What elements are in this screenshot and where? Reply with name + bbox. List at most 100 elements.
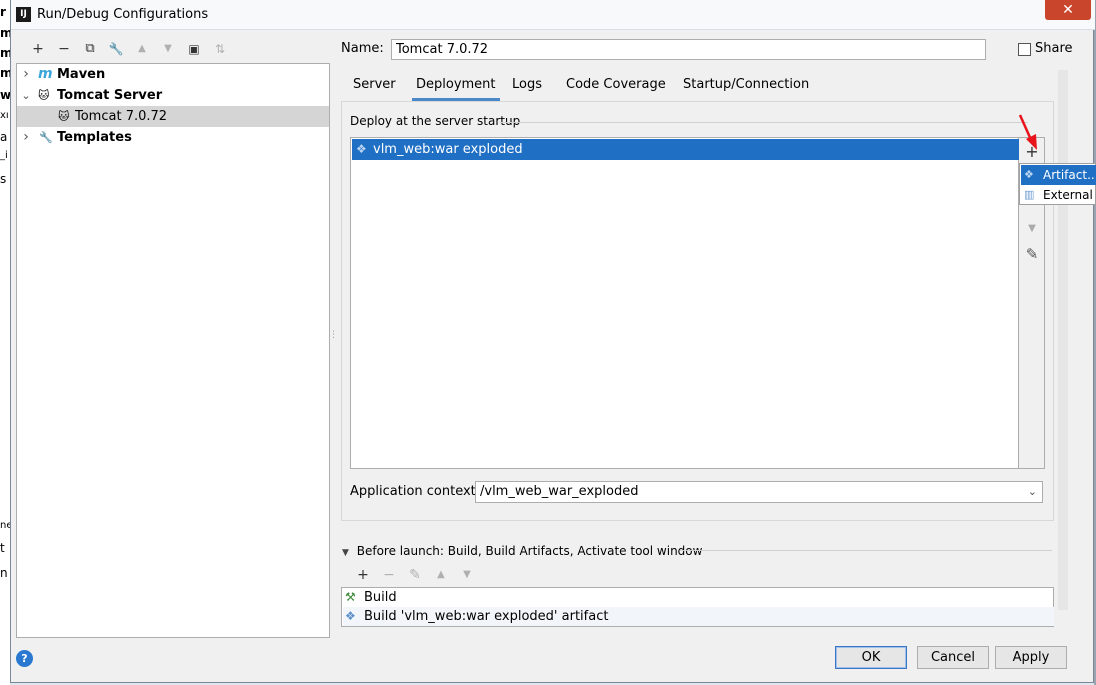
menu-item-artifact[interactable]: ❖ Artifact... — [1021, 165, 1096, 185]
menu-item-label: Artifact... — [1043, 168, 1096, 182]
task-label: Build — [364, 590, 397, 605]
maven-icon: m — [38, 66, 53, 82]
tree-item-label: Tomcat 7.0.72 — [75, 109, 168, 124]
move-down-icon: ▼ — [463, 569, 471, 580]
move-down-button[interactable]: ▼ — [159, 40, 177, 58]
deploy-section-title: Deploy at the server startup — [350, 114, 521, 128]
section-divider — [500, 122, 1028, 123]
menu-item-external-source[interactable]: ▥ External Source... — [1021, 185, 1096, 205]
add-configuration-button[interactable]: + — [29, 40, 47, 58]
add-icon: + — [32, 41, 44, 57]
red-annotation-arrow — [1018, 114, 1037, 150]
help-icon: ? — [21, 652, 28, 665]
move-down-task-button[interactable]: ▼ — [458, 566, 476, 584]
apply-button[interactable]: Apply — [995, 646, 1067, 669]
before-launch-header[interactable]: ▼ Before launch: Build, Build Artifacts,… — [342, 544, 702, 558]
tree-item-tomcat-7-0-72[interactable]: 🐱 Tomcat 7.0.72 — [17, 106, 329, 127]
move-down-artifact-button[interactable]: ▼ — [1023, 220, 1041, 238]
artifact-label: vlm_web:war exploded — [373, 142, 523, 157]
artifact-list[interactable]: ❖ vlm_web:war exploded — [350, 137, 1019, 469]
tomcat-icon: 🐱 — [58, 110, 70, 123]
add-icon: + — [357, 567, 369, 583]
move-up-icon: ▲ — [437, 569, 445, 580]
tab-startup-connection[interactable]: Startup/Connection — [679, 75, 813, 101]
bg-text: a — [0, 130, 8, 144]
list-item[interactable]: ❖ Build 'vlm_web:war exploded' artifact — [343, 607, 1054, 626]
tree-item-tomcat-server[interactable]: ⌄ 🐱 Tomcat Server — [17, 85, 329, 106]
intellij-app-icon: IJ — [16, 7, 31, 22]
external-source-icon: ▥ — [1024, 188, 1035, 201]
new-folder-icon: ▣ — [188, 42, 200, 56]
tab-code-coverage[interactable]: Code Coverage — [562, 75, 670, 101]
add-task-button[interactable]: + — [354, 566, 372, 584]
build-hammer-icon: ⚒ — [345, 590, 356, 604]
remove-icon: − — [58, 41, 70, 57]
name-input[interactable]: Tomcat 7.0.72 — [391, 39, 986, 60]
menu-item-label: External Source... — [1043, 188, 1096, 202]
help-button[interactable]: ? — [16, 650, 33, 667]
expand-arrow-icon[interactable]: › — [20, 127, 32, 148]
new-folder-button[interactable]: ▣ — [185, 40, 203, 58]
move-up-button[interactable]: ▲ — [133, 40, 151, 58]
bg-text: t — [0, 541, 5, 555]
remove-configuration-button[interactable]: − — [55, 40, 73, 58]
tab-logs[interactable]: Logs — [508, 75, 546, 101]
bg-text: s — [0, 172, 7, 186]
list-item[interactable]: ❖ vlm_web:war exploded — [352, 139, 1019, 160]
collapse-arrow-icon[interactable]: ⌄ — [20, 85, 32, 106]
bg-text: n — [0, 566, 8, 580]
artifact-icon: ❖ — [1024, 168, 1034, 181]
move-down-icon: ▼ — [164, 43, 172, 54]
vertical-scrollbar[interactable] — [1058, 70, 1068, 610]
tree-item-templates[interactable]: › 🔧 Templates — [17, 127, 329, 148]
before-launch-task-list[interactable]: ⚒ Build ❖ Build 'vlm_web:war exploded' a… — [341, 587, 1054, 627]
ok-button[interactable]: OK — [835, 646, 907, 669]
name-label: Name: — [341, 41, 384, 56]
section-divider — [680, 550, 1052, 551]
window-title: Run/Debug Configurations — [37, 7, 209, 22]
bg-text: r — [0, 5, 6, 19]
edit-artifact-button[interactable]: ✎ — [1023, 245, 1041, 263]
expand-arrow-icon[interactable]: › — [20, 64, 32, 85]
tomcat-icon: 🐱 — [38, 89, 50, 102]
title-bar[interactable]: IJ Run/Debug Configurations ✕ — [11, 0, 1095, 30]
move-up-task-button[interactable]: ▲ — [432, 566, 450, 584]
artifact-icon: ❖ — [345, 609, 356, 623]
chevron-down-icon[interactable]: ⌄ — [1028, 483, 1037, 501]
tree-item-label: Maven — [57, 67, 106, 82]
tree-item-maven[interactable]: › m Maven — [17, 64, 329, 85]
wrench-icon: 🔧 — [39, 131, 53, 144]
configuration-tree[interactable]: › m Maven ⌄ 🐱 Tomcat Server 🐱 Tomcat 7.0… — [16, 63, 330, 638]
close-window-button[interactable]: ✕ — [1045, 0, 1091, 20]
bg-text: xı — [0, 110, 9, 121]
share-label[interactable]: Share — [1035, 41, 1073, 56]
artifact-icon: ❖ — [356, 142, 367, 156]
remove-task-button[interactable]: − — [380, 566, 398, 584]
splitter-handle[interactable]: ⋮ — [329, 330, 338, 344]
before-launch-title: Before launch: Build, Build Artifacts, A… — [356, 544, 703, 558]
copy-configuration-button[interactable]: ⧉ — [81, 40, 99, 58]
tree-item-label: Templates — [57, 130, 132, 145]
application-context-label: Application context: — [350, 484, 481, 499]
edit-defaults-button[interactable]: 🔧 — [107, 40, 125, 58]
sort-button[interactable]: ⇅ — [211, 40, 229, 58]
tab-server[interactable]: Server — [349, 75, 400, 101]
list-item[interactable]: ⚒ Build — [343, 588, 1054, 607]
move-up-icon: ▲ — [138, 43, 146, 54]
edit-icon: ✎ — [1025, 245, 1039, 263]
edit-task-button[interactable]: ✎ — [406, 566, 424, 584]
remove-icon: − — [383, 567, 395, 583]
application-context-combobox[interactable]: /vlm_web_war_exploded ⌄ — [475, 481, 1043, 503]
cancel-button[interactable]: Cancel — [917, 646, 989, 669]
add-artifact-popup-menu: ❖ Artifact... ▥ External Source... — [1019, 163, 1096, 205]
wrench-icon: 🔧 — [108, 42, 124, 56]
share-checkbox[interactable] — [1018, 43, 1031, 56]
collapse-triangle-icon: ▼ — [342, 548, 349, 558]
application-context-value: /vlm_web_war_exploded — [480, 484, 639, 499]
tree-item-label: Tomcat Server — [57, 88, 163, 103]
tab-deployment[interactable]: Deployment — [412, 75, 500, 101]
move-down-icon: ▼ — [1028, 223, 1036, 234]
edit-icon: ✎ — [409, 567, 421, 583]
sort-icon: ⇅ — [214, 42, 226, 56]
task-label: Build 'vlm_web:war exploded' artifact — [364, 609, 609, 624]
